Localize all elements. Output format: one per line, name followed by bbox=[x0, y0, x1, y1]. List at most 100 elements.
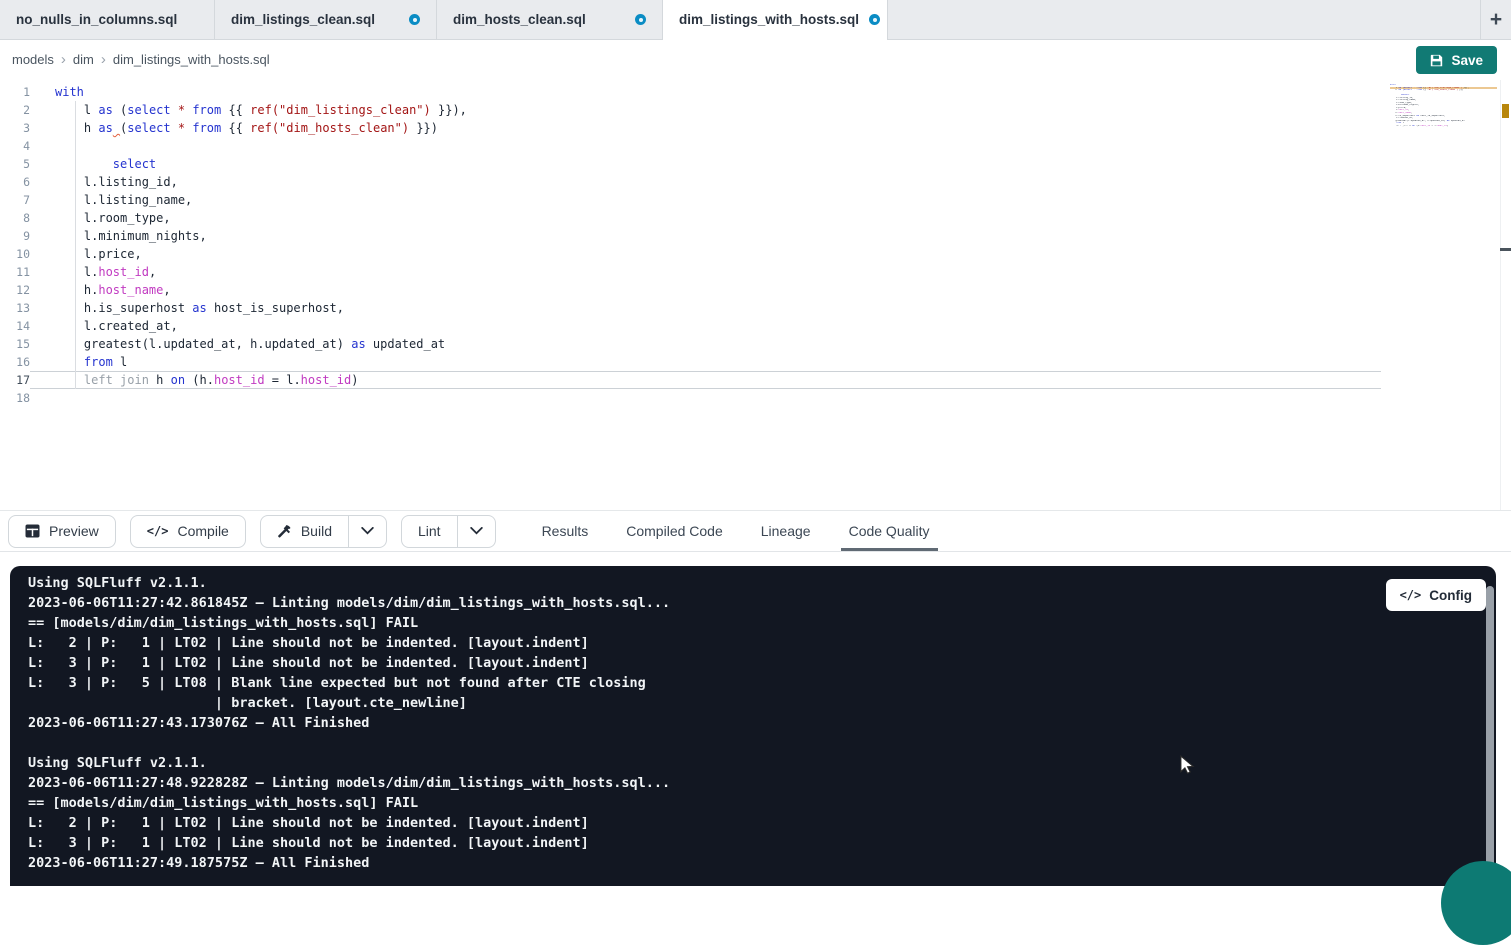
compile-label: Compile bbox=[177, 523, 228, 539]
lint-button[interactable]: Lint bbox=[401, 515, 458, 548]
build-button[interactable]: Build bbox=[260, 515, 349, 548]
line-number: 17 bbox=[0, 371, 30, 389]
lint-split-button: Lint bbox=[401, 515, 496, 548]
build-dropdown-button[interactable] bbox=[349, 515, 387, 548]
panel-tab-lineage[interactable]: Lineage bbox=[759, 511, 813, 551]
file-tab[interactable]: dim_listings_clean.sql bbox=[215, 0, 437, 39]
code-text: select bbox=[30, 155, 1381, 173]
panel-tab-results[interactable]: Results bbox=[540, 511, 591, 551]
terminal-line: L: 3 | P: 1 | LT02 | Line should not be … bbox=[28, 833, 1496, 853]
code-line: 2 l as (select * from {{ ref("dim_listin… bbox=[0, 101, 1511, 119]
terminal-line: 2023-06-06T11:27:42.861845Z — Linting mo… bbox=[28, 593, 1496, 613]
tab-label: no_nulls_in_columns.sql bbox=[16, 12, 177, 27]
lint-output-terminal: Using SQLFluff v2.1.1.2023-06-06T11:27:4… bbox=[10, 566, 1496, 886]
minimap-line bbox=[1390, 127, 1497, 130]
breadcrumb-separator-icon: › bbox=[101, 51, 106, 68]
terminal-line: 2023-06-06T11:27:48.922828Z — Linting mo… bbox=[28, 773, 1496, 793]
save-button[interactable]: Save bbox=[1416, 46, 1497, 74]
code-text: l.room_type, bbox=[30, 209, 1381, 227]
code-text: left join h on (h.host_id = l.host_id) bbox=[30, 371, 1381, 389]
file-tab[interactable]: dim_hosts_clean.sql bbox=[437, 0, 663, 39]
breadcrumb-item[interactable]: dim_listings_with_hosts.sql bbox=[113, 52, 270, 67]
line-number: 18 bbox=[0, 389, 30, 407]
terminal-line bbox=[28, 733, 1496, 753]
config-button[interactable]: </> Config bbox=[1386, 579, 1486, 611]
breadcrumb-separator-icon: › bbox=[61, 51, 66, 68]
code-text: l.listing_name, bbox=[30, 191, 1381, 209]
overview-ruler bbox=[1500, 80, 1511, 510]
line-number: 1 bbox=[0, 83, 30, 101]
code-text: h as (select * from {{ ref("dim_hosts_cl… bbox=[30, 119, 1381, 137]
code-line: 10 l.price, bbox=[0, 245, 1511, 263]
ruler-cursor-marker bbox=[1500, 248, 1511, 251]
line-number: 16 bbox=[0, 353, 30, 371]
chevron-down-icon bbox=[361, 527, 374, 535]
line-number: 14 bbox=[0, 317, 30, 335]
code-line: 4 bbox=[0, 137, 1511, 155]
code-text: l.created_at, bbox=[30, 317, 1381, 335]
terminal-line: == [models/dim/dim_listings_with_hosts.s… bbox=[28, 613, 1496, 633]
tab-list: no_nulls_in_columns.sql dim_listings_clea… bbox=[0, 0, 888, 39]
code-line: 1with bbox=[0, 83, 1511, 101]
code-text: l.host_id, bbox=[30, 263, 1381, 281]
terminal-line: Using SQLFluff v2.1.1. bbox=[28, 753, 1496, 773]
unsaved-changes-dot-icon bbox=[409, 14, 420, 25]
code-line: 16 from l bbox=[0, 353, 1511, 371]
terminal-line: == [models/dim/dim_listings_with_hosts.s… bbox=[28, 793, 1496, 813]
new-tab-button[interactable]: + bbox=[1481, 8, 1511, 32]
code-editor[interactable]: 1with2 l as (select * from {{ ref("dim_l… bbox=[0, 80, 1511, 510]
help-fab-button[interactable] bbox=[1441, 861, 1511, 945]
code-lines: 1with2 l as (select * from {{ ref("dim_l… bbox=[0, 83, 1511, 407]
indent-guide bbox=[75, 101, 76, 389]
breadcrumb-bar: models › dim › dim_listings_with_hosts.sql S… bbox=[0, 40, 1511, 80]
code-icon: </> bbox=[147, 524, 169, 538]
ruler-warning-marker bbox=[1502, 104, 1509, 118]
terminal-line: 2023-06-06T11:27:43.173076Z — All Finish… bbox=[28, 713, 1496, 733]
preview-button[interactable]: Preview bbox=[8, 515, 116, 548]
breadcrumb-item[interactable]: dim bbox=[73, 52, 94, 67]
code-text: l.minimum_nights, bbox=[30, 227, 1381, 245]
lint-dropdown-button[interactable] bbox=[458, 515, 496, 548]
line-number: 4 bbox=[0, 137, 30, 155]
code-text: h.is_superhost as host_is_superhost, bbox=[30, 299, 1381, 317]
line-number: 6 bbox=[0, 173, 30, 191]
minimap[interactable]: with l as (select * from {{ ref("dim_lis… bbox=[1390, 84, 1497, 130]
code-icon: </> bbox=[1400, 588, 1422, 602]
code-line: 14 l.created_at, bbox=[0, 317, 1511, 335]
line-number: 13 bbox=[0, 299, 30, 317]
line-number: 10 bbox=[0, 245, 30, 263]
code-text bbox=[30, 389, 1381, 407]
terminal-line: 2023-06-06T11:27:49.187575Z — All Finish… bbox=[28, 853, 1496, 873]
code-text: h.host_name, bbox=[30, 281, 1381, 299]
line-number: 7 bbox=[0, 191, 30, 209]
file-tab[interactable]: no_nulls_in_columns.sql bbox=[0, 0, 215, 39]
breadcrumb-item[interactable]: models bbox=[12, 52, 54, 67]
tab-label: dim_listings_clean.sql bbox=[231, 12, 375, 27]
preview-label: Preview bbox=[49, 523, 99, 539]
terminal-scrollbar[interactable] bbox=[1486, 586, 1494, 886]
line-number: 11 bbox=[0, 263, 30, 281]
panel-tab-code-quality[interactable]: Code Quality bbox=[847, 511, 932, 551]
terminal-line: L: 3 | P: 5 | LT08 | Blank line expected… bbox=[28, 673, 1496, 693]
line-number: 5 bbox=[0, 155, 30, 173]
tab-label: dim_listings_with_hosts.sql bbox=[679, 12, 859, 27]
build-label: Build bbox=[301, 523, 332, 539]
unsaved-changes-dot-icon bbox=[869, 14, 880, 25]
line-number: 3 bbox=[0, 119, 30, 137]
code-line: 9 l.minimum_nights, bbox=[0, 227, 1511, 245]
line-number: 9 bbox=[0, 227, 30, 245]
code-text bbox=[30, 137, 1381, 155]
code-text: from l bbox=[30, 353, 1381, 371]
tab-label: dim_hosts_clean.sql bbox=[453, 12, 586, 27]
panel-tab-compiled-code[interactable]: Compiled Code bbox=[624, 511, 725, 551]
code-line: 18 bbox=[0, 389, 1511, 407]
code-line: 3 h as (select * from {{ ref("dim_hosts_… bbox=[0, 119, 1511, 137]
terminal-line: Using SQLFluff v2.1.1. bbox=[28, 573, 1496, 593]
file-tab[interactable]: dim_listings_with_hosts.sql bbox=[663, 0, 888, 39]
terminal-line: L: 3 | P: 1 | LT02 | Line should not be … bbox=[28, 653, 1496, 673]
terminal-line: | bracket. [layout.cte_newline] bbox=[28, 693, 1496, 713]
save-label: Save bbox=[1451, 53, 1483, 68]
compile-button[interactable]: </> Compile bbox=[130, 515, 246, 548]
terminal-line: L: 2 | P: 1 | LT02 | Line should not be … bbox=[28, 633, 1496, 653]
editor-tab-bar: no_nulls_in_columns.sql dim_listings_clea… bbox=[0, 0, 1511, 40]
